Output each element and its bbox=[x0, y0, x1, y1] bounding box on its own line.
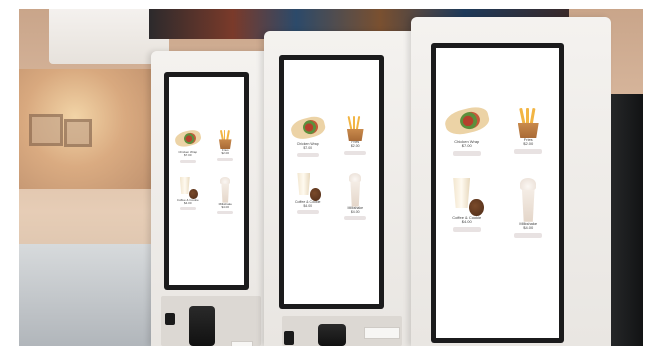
add-button[interactable] bbox=[452, 226, 481, 232]
milkshake-icon bbox=[345, 172, 365, 207]
card-slot[interactable] bbox=[165, 313, 175, 325]
item-price: $2.00 bbox=[523, 141, 534, 147]
item-price: $2.00 bbox=[221, 151, 229, 156]
menu-item[interactable]: Fries $2.00 bbox=[207, 129, 245, 163]
add-button[interactable] bbox=[344, 216, 367, 221]
add-button[interactable] bbox=[296, 210, 319, 215]
burrito-icon bbox=[442, 104, 491, 140]
receipt-printer bbox=[231, 341, 253, 346]
burrito-icon bbox=[173, 128, 203, 151]
fries-icon bbox=[343, 115, 367, 141]
menu-item[interactable]: Milkshake $4.00 bbox=[498, 177, 560, 238]
add-button[interactable] bbox=[296, 152, 319, 157]
add-button[interactable] bbox=[452, 150, 481, 156]
menu-item[interactable]: Coffee & Cookie $4.00 bbox=[169, 176, 207, 215]
menu-item[interactable]: Chicken Wrap $7.00 bbox=[436, 104, 498, 156]
item-price: $4.00 bbox=[221, 204, 229, 209]
restaurant-scene: Chicken Wrap $7.00 Fries $2.00 Coffee & … bbox=[19, 9, 643, 346]
item-price: $7.00 bbox=[461, 143, 472, 149]
card-slot[interactable] bbox=[284, 331, 294, 345]
kiosk-screen-bezel: Chicken Wrap $7.00 Fries $2.00 Coffee & … bbox=[164, 72, 249, 290]
add-button[interactable] bbox=[514, 232, 543, 238]
add-button[interactable] bbox=[217, 157, 234, 161]
menu-item[interactable]: Coffee & Cookie $4.00 bbox=[284, 172, 332, 221]
kiosk-screen-bezel: Chicken Wrap $7.00 Fries $2.00 Coffee & … bbox=[431, 43, 564, 343]
item-price: $7.00 bbox=[183, 153, 192, 158]
kiosk-left: Chicken Wrap $7.00 Fries $2.00 Coffee & … bbox=[151, 51, 276, 346]
receipt-printer bbox=[364, 327, 400, 339]
menu-item[interactable]: Milkshake $4.00 bbox=[207, 176, 245, 215]
add-button[interactable] bbox=[179, 159, 196, 163]
milkshake-icon bbox=[217, 176, 233, 203]
add-button[interactable] bbox=[514, 148, 543, 154]
menu-item[interactable]: Chicken Wrap $7.00 bbox=[284, 113, 332, 157]
menu-item[interactable]: Milkshake $4.00 bbox=[332, 172, 380, 221]
kiosk-right: Chicken Wrap $7.00 Fries $2.00 Coffee & … bbox=[411, 17, 611, 346]
menu-item[interactable]: Chicken Wrap $7.00 bbox=[169, 128, 207, 163]
menu-item[interactable]: Fries $2.00 bbox=[332, 115, 380, 157]
card-reader[interactable] bbox=[318, 324, 346, 346]
kiosk-screen[interactable]: Chicken Wrap $7.00 Fries $2.00 Coffee & … bbox=[169, 77, 244, 285]
add-button[interactable] bbox=[344, 150, 367, 155]
item-price: $2.00 bbox=[350, 143, 360, 148]
wall-frame bbox=[64, 119, 92, 147]
add-button[interactable] bbox=[217, 211, 234, 215]
fries-icon bbox=[216, 129, 234, 149]
kiosk-center: Chicken Wrap $7.00 Fries $2.00 Coffee & … bbox=[264, 31, 424, 346]
coffee-cookie-icon bbox=[178, 176, 198, 199]
item-price: $4.00 bbox=[303, 203, 313, 208]
item-price: $7.00 bbox=[303, 145, 313, 150]
item-price: $4.00 bbox=[183, 200, 192, 205]
fries-icon bbox=[513, 106, 543, 138]
coffee-cookie-icon bbox=[450, 177, 484, 216]
card-reader[interactable] bbox=[189, 306, 215, 346]
wall-frame bbox=[29, 114, 63, 146]
item-price: $4.00 bbox=[350, 209, 360, 214]
menu-item[interactable]: Fries $2.00 bbox=[498, 106, 560, 156]
menu-item[interactable]: Coffee & Cookie $4.00 bbox=[436, 177, 498, 238]
burrito-icon bbox=[288, 113, 327, 143]
kiosk-screen[interactable]: Chicken Wrap $7.00 Fries $2.00 Coffee & … bbox=[284, 60, 379, 304]
kiosk-screen[interactable]: Chicken Wrap $7.00 Fries $2.00 Coffee & … bbox=[436, 48, 559, 338]
add-button[interactable] bbox=[179, 207, 196, 211]
kiosk-screen-bezel: Chicken Wrap $7.00 Fries $2.00 Coffee & … bbox=[279, 55, 384, 309]
item-price: $4.00 bbox=[461, 219, 472, 225]
item-price: $4.00 bbox=[523, 225, 534, 231]
coffee-cookie-icon bbox=[295, 172, 321, 201]
milkshake-icon bbox=[515, 177, 541, 222]
